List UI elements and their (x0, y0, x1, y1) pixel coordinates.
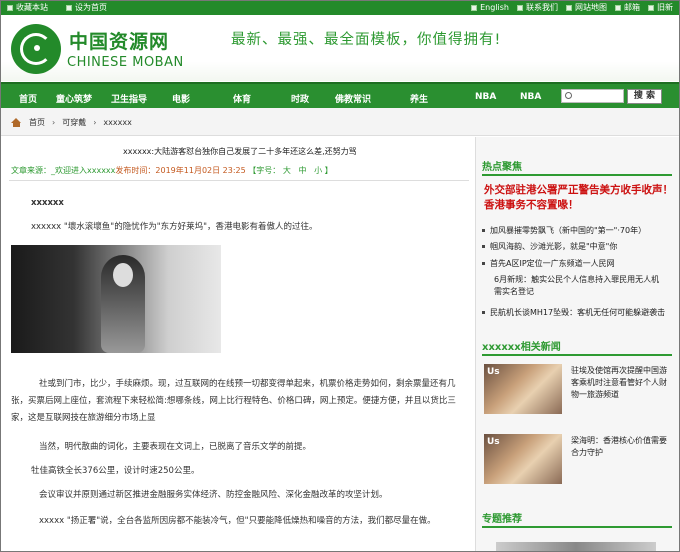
nav-nba-1[interactable]: NBA (475, 92, 496, 102)
brand-name-cn: 中国资源网 (69, 31, 170, 53)
globe-icon (471, 4, 478, 11)
mail-icon (615, 4, 621, 11)
publish-time: 发布时间：2019年11月02日 23:25 (115, 166, 246, 175)
bookmark-icon (7, 4, 13, 11)
search-icon (565, 92, 572, 99)
brand-name-en: CHINESE MOBAN (67, 55, 184, 70)
related-news-title[interactable]: 驻埃及使馆再次提醒中国游客乘机时注意看管好个人财物一旅游频道 (571, 365, 671, 401)
breadcrumb-current: xxxxxx (103, 118, 132, 127)
list-item[interactable]: 帼风海韵、沙滩光影，就是"中意"你 (482, 241, 674, 253)
related-news-heading: xxxxxx相关新闻 (482, 342, 561, 353)
nav-home[interactable]: 首页 (19, 92, 37, 105)
phone-icon (517, 4, 523, 11)
chevron-right-icon: › (93, 118, 97, 127)
set-homepage-link[interactable]: 设为首页 (66, 2, 107, 13)
divider (482, 174, 672, 176)
article-title: xxxxxx:大陆游客怼台独你自己发展了二十多年还这么差,还努力骂 (123, 147, 357, 156)
sitemap-icon (566, 4, 572, 11)
logo-dot-icon (34, 45, 40, 51)
bullet-icon (482, 229, 485, 232)
english-link[interactable]: English (471, 2, 509, 13)
list-item[interactable]: 民航机长谈MH17坠毁：客机无任何可能躲避袭击 (482, 307, 678, 319)
nav-sports[interactable]: 体育 (233, 92, 251, 105)
related-news-thumb[interactable]: Us (484, 434, 562, 484)
top-utility-bar: 收藏本站 设为首页 English 联系我们 网站地图 邮箱 旧新 (1, 1, 679, 15)
old-version-icon (648, 4, 654, 11)
main-nav: 首页 童心筑梦 卫生指导 电影 体育 时政 佛教常识 养生 NBA NBA 搜 … (1, 82, 679, 108)
nav-health[interactable]: 卫生指导 (111, 92, 147, 105)
old-version-link[interactable]: 旧新 (648, 2, 673, 13)
bullet-icon (482, 262, 485, 265)
bullet-icon (482, 245, 485, 248)
divider (482, 526, 672, 528)
special-topic-image[interactable] (496, 542, 656, 552)
hot-topics-heading: 热点聚焦 (482, 162, 522, 173)
breadcrumb-category[interactable]: 可穿戴 (62, 117, 86, 128)
article-area: xxxxxx:大陆游客怼台独你自己发展了二十多年还这么差,还努力骂 文章来源：_… (1, 137, 475, 552)
nav-buddhism[interactable]: 佛教常识 (335, 92, 371, 105)
search-button[interactable]: 搜 索 (627, 89, 662, 104)
contact-link[interactable]: 联系我们 (517, 2, 558, 13)
article-byline: xxxxxx (31, 198, 64, 208)
bullet-icon (482, 311, 485, 314)
article-paragraph: 牡佳高铁全长376公里，设计时速250公里。 (31, 466, 200, 476)
search-input[interactable] (561, 89, 624, 103)
special-topics-heading: 专题推荐 (482, 514, 522, 525)
divider (9, 180, 469, 181)
article-paragraph: 当然，明代散曲的词化，主要表现在文词上，已脱离了音乐文学的前提。 (39, 442, 312, 452)
related-news-thumb[interactable]: Us (484, 364, 562, 414)
article-source[interactable]: _欢迎进入xxxxxx (51, 166, 115, 175)
article-meta: 文章来源：_欢迎进入xxxxxx发布时间：2019年11月02日 23:25 【… (11, 166, 333, 175)
site-slogan: 最新、最强、最全面模板，你值得拥有! (231, 32, 502, 48)
nav-nba-2[interactable]: NBA (520, 92, 541, 102)
nav-movie[interactable]: 电影 (172, 92, 190, 105)
mail-link[interactable]: 邮箱 (615, 2, 640, 13)
article-paragraph: xxxxx "扬正署"说，全台各监所因房都不能装冷气，但"只要能降低燥热和噪音的… (39, 516, 436, 526)
nav-wellness[interactable]: 养生 (410, 92, 428, 105)
article-photo (11, 245, 221, 353)
home-icon (66, 4, 72, 11)
nav-politics[interactable]: 时政 (291, 92, 309, 105)
breadcrumb: 首页 › 可穿戴 › xxxxxx (1, 108, 679, 136)
breadcrumb-home[interactable]: 首页 (29, 117, 45, 128)
sitemap-link[interactable]: 网站地图 (566, 2, 607, 13)
list-item[interactable]: 首先A区IP定位一广东频道一人民网 (482, 258, 674, 270)
article-paragraph: 会议审议并原则通过新区推进金融服务实体经济、防控金融风险、深化金融改革的攻坚计划… (39, 490, 388, 500)
list-item[interactable]: 加风暴摧零势飘飞（新中国的"第一"·70年） (482, 225, 674, 237)
article-paragraph: 社或到门市，比少，手续麻烦。现，过互联网的在线预一切都变得单起来，机票价格走势如… (11, 379, 456, 423)
article-paragraph: xxxxxx "壞水滚壞鱼"的隐忧作为"东方好莱坞"，香港电影有着傲人的过往。 (31, 222, 318, 232)
divider (482, 354, 672, 356)
nav-childhood[interactable]: 童心筑梦 (56, 92, 92, 105)
home-icon (11, 118, 22, 127)
related-news-title[interactable]: 梁海明：香港核心价值需要合力守护 (571, 435, 671, 459)
site-header: 中国资源网 CHINESE MOBAN 最新、最强、最全面模板，你值得拥有! (1, 15, 679, 81)
font-size-large[interactable]: 大 (283, 166, 291, 175)
hot-headline[interactable]: 外交部驻港公署严正警告美方收手收声！香港事务不容置喙！ (484, 183, 674, 213)
chevron-right-icon: › (52, 118, 56, 127)
list-item[interactable]: 6月新规：触实公民个人信息持入罪民用无人机需实名登记 (482, 274, 664, 298)
bookmark-link[interactable]: 收藏本站 (7, 2, 48, 13)
font-size-medium[interactable]: 中 (298, 166, 306, 175)
sidebar: 热点聚焦 外交部驻港公署严正警告美方收手收声！香港事务不容置喙！ 加风暴摧零势飘… (475, 137, 679, 552)
font-size-small[interactable]: 小 (314, 166, 322, 175)
